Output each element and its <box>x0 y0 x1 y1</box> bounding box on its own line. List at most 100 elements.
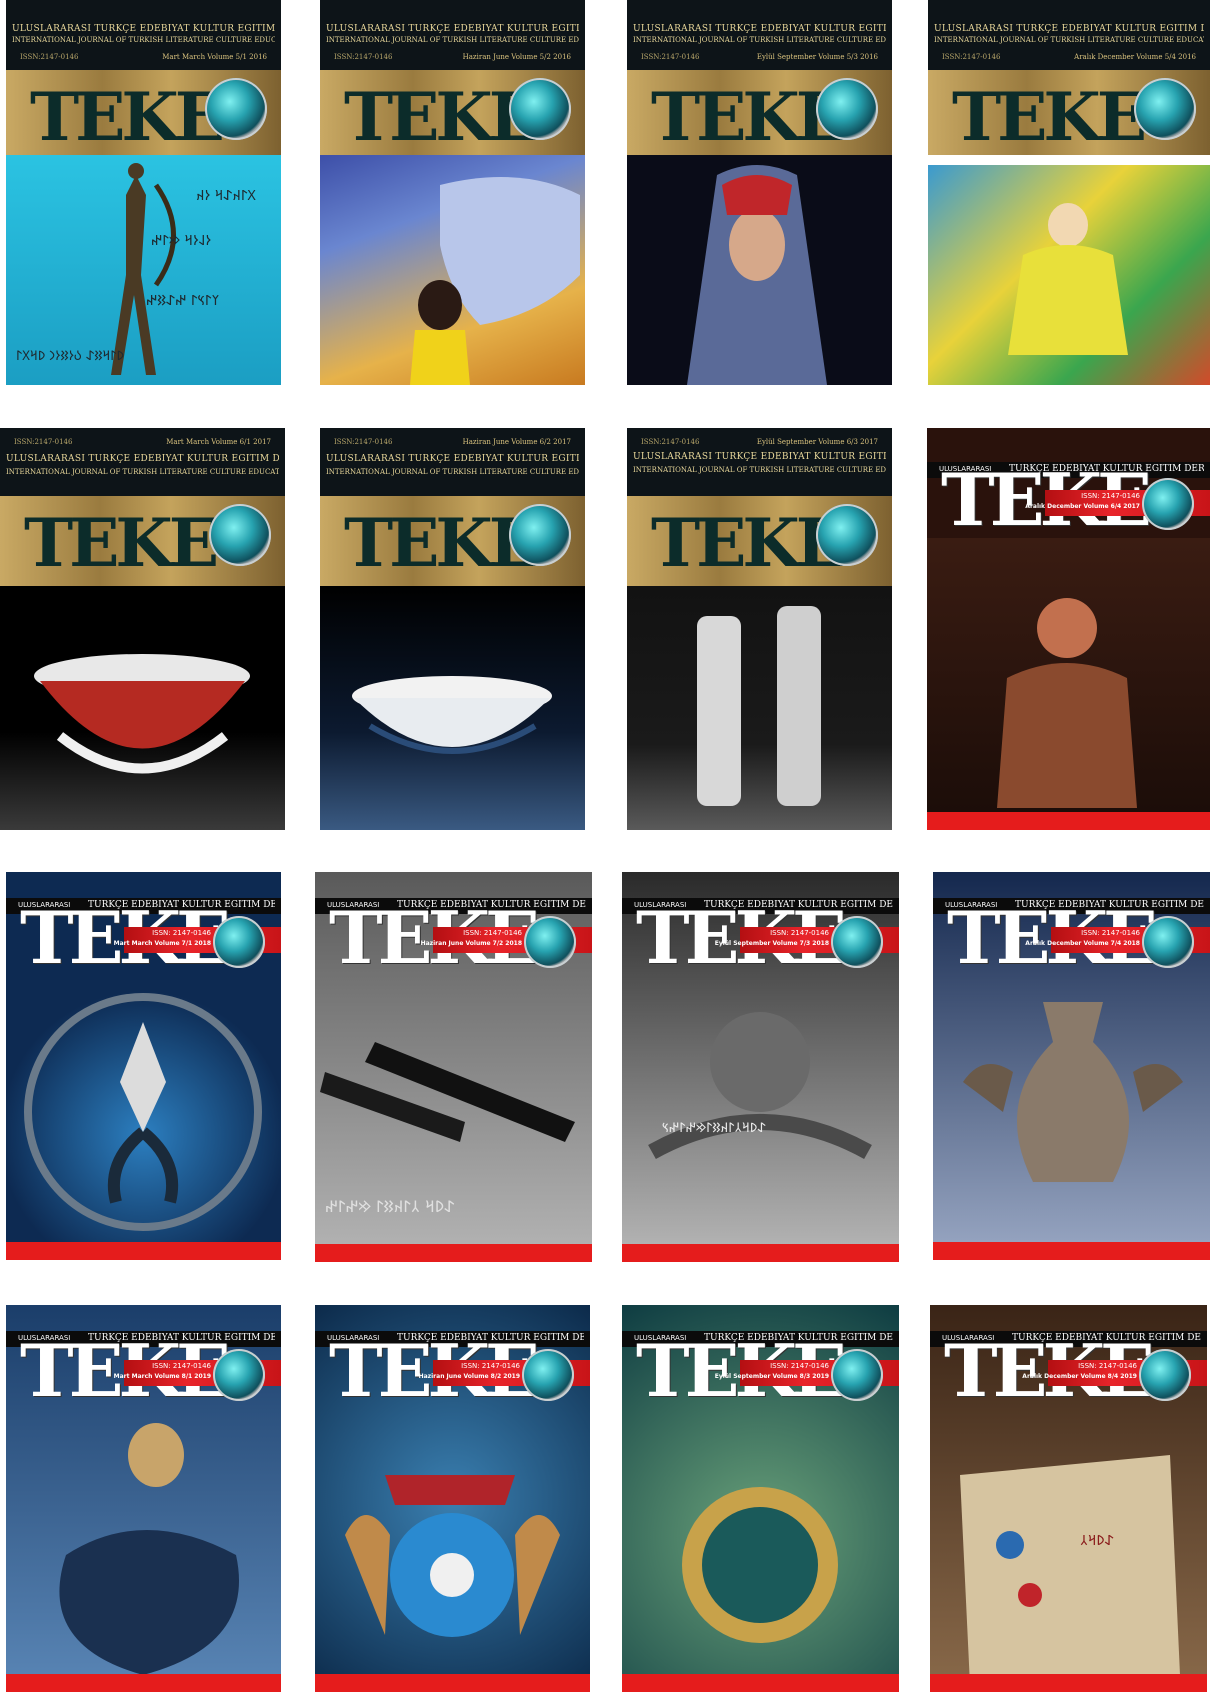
issn-label: ISSN:2147-0146 <box>334 438 393 446</box>
issue-label: Eylül September Volume 7/3 2018 <box>714 940 829 947</box>
cover-8-1[interactable]: ULUSLARARASI TÜRKÇE EDEBİYAT KÜLTÜR EĞİT… <box>6 1305 281 1692</box>
cover-artwork <box>927 538 1210 830</box>
issn-label: ISSN:2147-0146 <box>334 53 393 61</box>
portrait-woman-icon <box>687 165 827 385</box>
fountain-pen-icon: 𐰀𐰖𐰺 𐰲𐰃𐰴𐰑𐰃 𐰢𐰤𐰃𐰤 <box>320 1042 575 1216</box>
journal-seal-icon <box>816 504 878 566</box>
cover-5-1[interactable]: ULUSLARARASI TÜRKÇE EDEBİYAT KÜLTÜR EĞİT… <box>6 0 281 385</box>
cover-artwork <box>315 1415 590 1692</box>
issn-label: ISSN:2147-0146 <box>641 438 700 446</box>
red-footer-bar <box>622 1244 899 1262</box>
cover-6-4[interactable]: ULUSLARARASI TÜRKÇE EDEBİYAT KÜLTÜR EĞİT… <box>927 428 1210 830</box>
cover-6-1[interactable]: ISSN:2147-0146 Mart March Volume 6/1 201… <box>0 428 285 830</box>
cover-header: ISSN:2147-0146 Eylül September Volume 6/… <box>627 428 892 496</box>
journal-title-en: INTERNATIONAL JOURNAL OF TURKISH LITERAT… <box>326 36 579 44</box>
cover-8-2[interactable]: ULUSLARARASI TÜRKÇE EDEBİYAT KÜLTÜR EĞİT… <box>315 1305 590 1692</box>
steles-icon <box>697 606 821 806</box>
journal-seal-icon <box>1134 78 1196 140</box>
issue-label: Haziran June Volume 6/2 2017 <box>462 438 571 446</box>
journal-title-tr: ULUSLARARASI TÜRKÇE EDEBİYAT KÜLTÜR EĞİT… <box>326 454 579 464</box>
cover-5-3[interactable]: ULUSLARARASI TÜRKÇE EDEBİYAT KÜLTÜR EĞİT… <box>627 0 892 385</box>
logo-band: TEKE <box>627 70 892 155</box>
svg-text:𐰆𐰞𐰆𐰺 𐰢𐰃𐰤: 𐰆𐰞𐰆𐰺 𐰢𐰃𐰤 <box>151 233 211 249</box>
teke-logo: TEKE <box>952 78 1147 156</box>
issue-label: Mart March Volume 5/1 2016 <box>162 53 267 61</box>
cover-header: ULUSLARARASI TÜRKÇE EDEBİYAT KÜLTÜR EĞİT… <box>627 0 892 70</box>
red-footer-bar <box>315 1674 590 1692</box>
teke-logo: TEKE <box>344 504 539 582</box>
journal-seal-icon <box>509 78 571 140</box>
cover-6-3[interactable]: ISSN:2147-0146 Eylül September Volume 6/… <box>627 428 892 830</box>
journal-seal-icon <box>524 916 576 968</box>
cover-artwork <box>320 586 585 830</box>
ornament-tree-icon <box>24 993 262 1231</box>
issue-label: Haziran June Volume 8/2 2019 <box>418 1373 520 1380</box>
silver-emblem-icon: 𐰀𐰖𐰺𐰲𐰃𐰴𐰑𐰃𐰢𐰤𐰃𐰤𐰽 <box>648 1012 872 1159</box>
cover-5-2[interactable]: ULUSLARARASI TÜRKÇE EDEBİYAT KÜLTÜR EĞİT… <box>320 0 585 385</box>
logo-band: TEKE <box>320 70 585 155</box>
cover-artwork: 𐰀𐰖𐰺𐰲𐰃𐰴𐰑𐰃𐰢𐰤𐰃𐰤𐰽 <box>622 982 899 1262</box>
issue-label: Mart March Volume 7/1 2018 <box>113 940 211 947</box>
logo-band: TEKE <box>928 70 1210 155</box>
logo-band: TEKE <box>0 496 285 586</box>
cover-7-3[interactable]: ULUSLARARASI TÜRKÇE EDEBİYAT KÜLTÜR EĞİT… <box>622 872 899 1262</box>
cover-header: ISSN:2147-0146 Haziran June Volume 6/2 2… <box>320 428 585 496</box>
issue-label: Mart March Volume 6/1 2017 <box>166 438 271 446</box>
cover-header: ULUSLARARASI TÜRKÇE EDEBİYAT KÜLTÜR EĞİT… <box>928 0 1210 70</box>
journal-seal-icon <box>205 78 267 140</box>
teke-logo: TEKE <box>651 504 846 582</box>
logo-band: TEKE <box>6 70 281 155</box>
journal-seal-icon <box>1142 916 1194 968</box>
issn-label: ISSN: 2147-0146 <box>461 1362 520 1370</box>
red-footer-bar <box>930 1674 1207 1692</box>
issn-label: ISSN:2147-0146 <box>20 53 79 61</box>
journal-title-tr: ULUSLARARASI TÜRKÇE EDEBİYAT KÜLTÜR EĞİT… <box>6 454 279 464</box>
issue-label: Haziran June Volume 5/2 2016 <box>462 53 571 61</box>
crescent-emblem-icon <box>682 1435 838 1643</box>
journal-title-en: INTERNATIONAL JOURNAL OF TURKISH LITERAT… <box>326 468 579 476</box>
issue-label: Aralık December Volume 8/4 2019 <box>1022 1373 1137 1380</box>
cover-artwork: 𐰀𐰖𐰺𐰲 <box>930 1415 1207 1692</box>
issue-label: Haziran June Volume 7/2 2018 <box>420 940 522 947</box>
red-bowl-icon <box>34 654 250 774</box>
coat-of-arms-icon <box>345 1475 560 1637</box>
journal-title-en: INTERNATIONAL JOURNAL OF TURKISH LITERAT… <box>633 36 886 44</box>
cover-8-4[interactable]: ULUSLARARASI TÜRKÇE EDEBİYAT KÜLTÜR EĞİT… <box>930 1305 1207 1692</box>
journal-title-en: INTERNATIONAL JOURNAL OF TURKISH LITERAT… <box>6 468 279 476</box>
red-footer-bar <box>927 812 1210 830</box>
journal-title-en: INTERNATIONAL JOURNAL OF TURKISH LITERAT… <box>633 466 886 474</box>
journal-title-tr: ULUSLARARASI TÜRKÇE EDEBİYAT KÜLTÜR EĞİT… <box>12 24 275 34</box>
girl-horse-icon <box>410 177 580 385</box>
teke-logo: TEKE <box>24 504 219 582</box>
journal-seal-icon <box>509 504 571 566</box>
cover-artwork: 𐰀𐰖𐰺 𐰲𐰃𐰴𐰑𐰃 𐰢𐰤𐰃𐰤 <box>315 982 592 1262</box>
svg-text:𐰠𐰃𐰽𐰃 𐰤𐰀𐰑𐰤: 𐰠𐰃𐰽𐰃 𐰤𐰀𐰑𐰤 <box>146 293 220 309</box>
cover-6-2[interactable]: ISSN:2147-0146 Haziran June Volume 6/2 2… <box>320 428 585 830</box>
journal-title-tr: ULUSLARARASI TÜRKÇE EDEBİYAT KÜLTÜR EĞİT… <box>633 452 886 462</box>
journal-seal-icon <box>816 78 878 140</box>
journal-seal-icon <box>831 1349 883 1401</box>
cover-header: ULUSLARARASI TÜRKÇE EDEBİYAT KÜLTÜR EĞİT… <box>6 0 281 70</box>
journal-title-tr: ULUSLARARASI TÜRKÇE EDEBİYAT KÜLTÜR EĞİT… <box>633 24 886 34</box>
cover-7-1[interactable]: ULUSLARARASI TÜRKÇE EDEBİYAT KÜLTÜR EĞİT… <box>6 872 281 1260</box>
journal-seal-icon <box>522 1349 574 1401</box>
issn-label: ISSN:2147-0146 <box>942 53 1001 61</box>
archer-statue-icon: 𐰓𐰃𐰴𐰀𐰺 𐰆𐰴 𐰆𐰞𐰆𐰺 𐰢𐰃𐰤 𐰠𐰃𐰽𐰃 𐰤𐰀𐰑𐰤 𐰖𐰃𐰺𐰑𐰀 𐰉𐰆𐰑𐰆𐰣 … <box>16 163 257 375</box>
journal-seal-icon <box>213 1349 265 1401</box>
red-footer-bar <box>315 1244 592 1262</box>
issn-label: ISSN: 2147-0146 <box>1081 492 1140 500</box>
cover-artwork <box>622 1415 899 1692</box>
cover-7-2[interactable]: ULUSLARARASI TÜRKÇE EDEBİYAT KÜLTÜR EĞİT… <box>315 872 592 1262</box>
issn-label: ISSN:2147-0146 <box>641 53 700 61</box>
svg-text:𐰀𐰖𐰺𐰲: 𐰀𐰖𐰺𐰲 <box>1080 1533 1114 1549</box>
ceramic-jug-icon <box>59 1423 240 1675</box>
cover-artwork <box>627 586 892 830</box>
issn-label: ISSN: 2147-0146 <box>770 929 829 937</box>
teke-logo: TEKE <box>344 78 539 156</box>
journal-seal-icon <box>1142 478 1194 530</box>
cover-8-3[interactable]: ULUSLARARASI TÜRKÇE EDEBİYAT KÜLTÜR EĞİT… <box>622 1305 899 1692</box>
red-footer-bar <box>933 1242 1210 1260</box>
svg-text:𐰀𐰖𐰺𐰲𐰃𐰴𐰑𐰃𐰢𐰤𐰃𐰤𐰽: 𐰀𐰖𐰺𐰲𐰃𐰴𐰑𐰃𐰢𐰤𐰃𐰤𐰽 <box>662 1121 766 1136</box>
cover-7-4[interactable]: ULUSLARARASI TÜRKÇE EDEBİYAT KÜLTÜR EĞİT… <box>933 872 1210 1260</box>
cover-5-4[interactable]: ULUSLARARASI TÜRKÇE EDEBİYAT KÜLTÜR EĞİT… <box>928 0 1210 385</box>
